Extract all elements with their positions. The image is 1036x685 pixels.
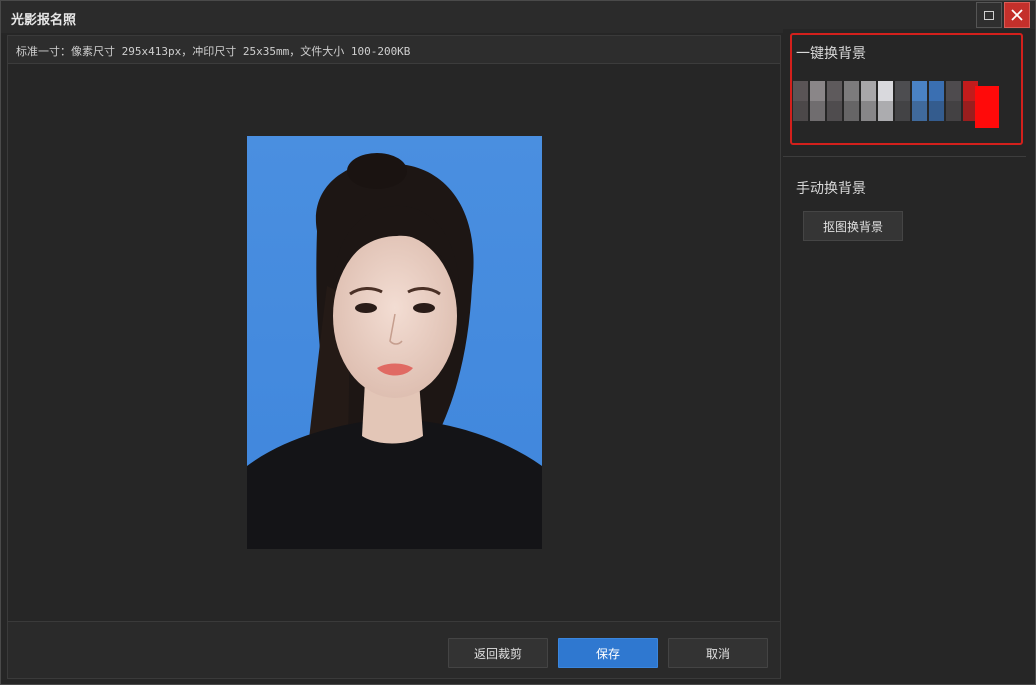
color-swatch[interactable] (844, 81, 859, 101)
color-swatch-shade (946, 101, 961, 121)
spec-info-text: 标准一寸：像素尺寸 295x413px，冲印尺寸 25x35mm，文件大小 10… (16, 45, 411, 58)
maximize-button[interactable] (976, 2, 1002, 28)
color-swatch-shade (878, 101, 893, 121)
photo-area (8, 64, 780, 620)
portrait-image (247, 136, 542, 549)
color-swatch[interactable] (912, 81, 927, 101)
window-title: 光影报名照 (11, 13, 77, 28)
color-swatch-shade (895, 101, 910, 121)
cancel-button[interactable]: 取消 (668, 638, 768, 668)
manual-bg-title: 手动换背景 (796, 181, 866, 197)
color-swatch-shade (827, 101, 842, 121)
color-swatch-shade (844, 101, 859, 121)
color-swatch-shade (929, 101, 944, 121)
one-click-bg-title: 一键换背景 (796, 46, 866, 62)
color-swatch[interactable] (878, 81, 893, 101)
close-icon (1011, 9, 1023, 21)
color-swatch[interactable] (793, 81, 808, 101)
color-swatch[interactable] (929, 81, 944, 101)
back-to-crop-button[interactable]: 返回裁剪 (448, 638, 548, 668)
color-swatch-shade (861, 101, 876, 121)
maximize-icon (984, 10, 994, 20)
swatch-red-selected[interactable] (975, 86, 999, 128)
color-swatch[interactable] (895, 81, 910, 101)
color-swatch-shade (793, 101, 808, 121)
close-button[interactable] (1004, 2, 1030, 28)
color-swatch-shade (912, 101, 927, 121)
background-panel: 一键换背景 手动换背景 抠图换背景 (783, 29, 1035, 679)
color-swatch-shade (810, 101, 825, 121)
portrait-photo (247, 136, 542, 549)
color-swatch[interactable] (861, 81, 876, 101)
panel-divider (783, 156, 1026, 157)
preview-panel: 标准一寸：像素尺寸 295x413px，冲印尺寸 25x35mm，文件大小 10… (7, 35, 781, 679)
color-swatch[interactable] (827, 81, 842, 101)
action-bar: 返回裁剪 保存 取消 (8, 621, 780, 678)
spec-info-bar: 标准一寸：像素尺寸 295x413px，冲印尺寸 25x35mm，文件大小 10… (8, 36, 780, 64)
cutout-background-button[interactable]: 抠图换背景 (803, 211, 903, 241)
color-swatch[interactable] (946, 81, 961, 101)
app-window: 光影报名照 标准一寸：像素尺寸 295x413px，冲印尺寸 25x35mm，文… (0, 0, 1036, 685)
save-button[interactable]: 保存 (558, 638, 658, 668)
color-swatch[interactable] (810, 81, 825, 101)
